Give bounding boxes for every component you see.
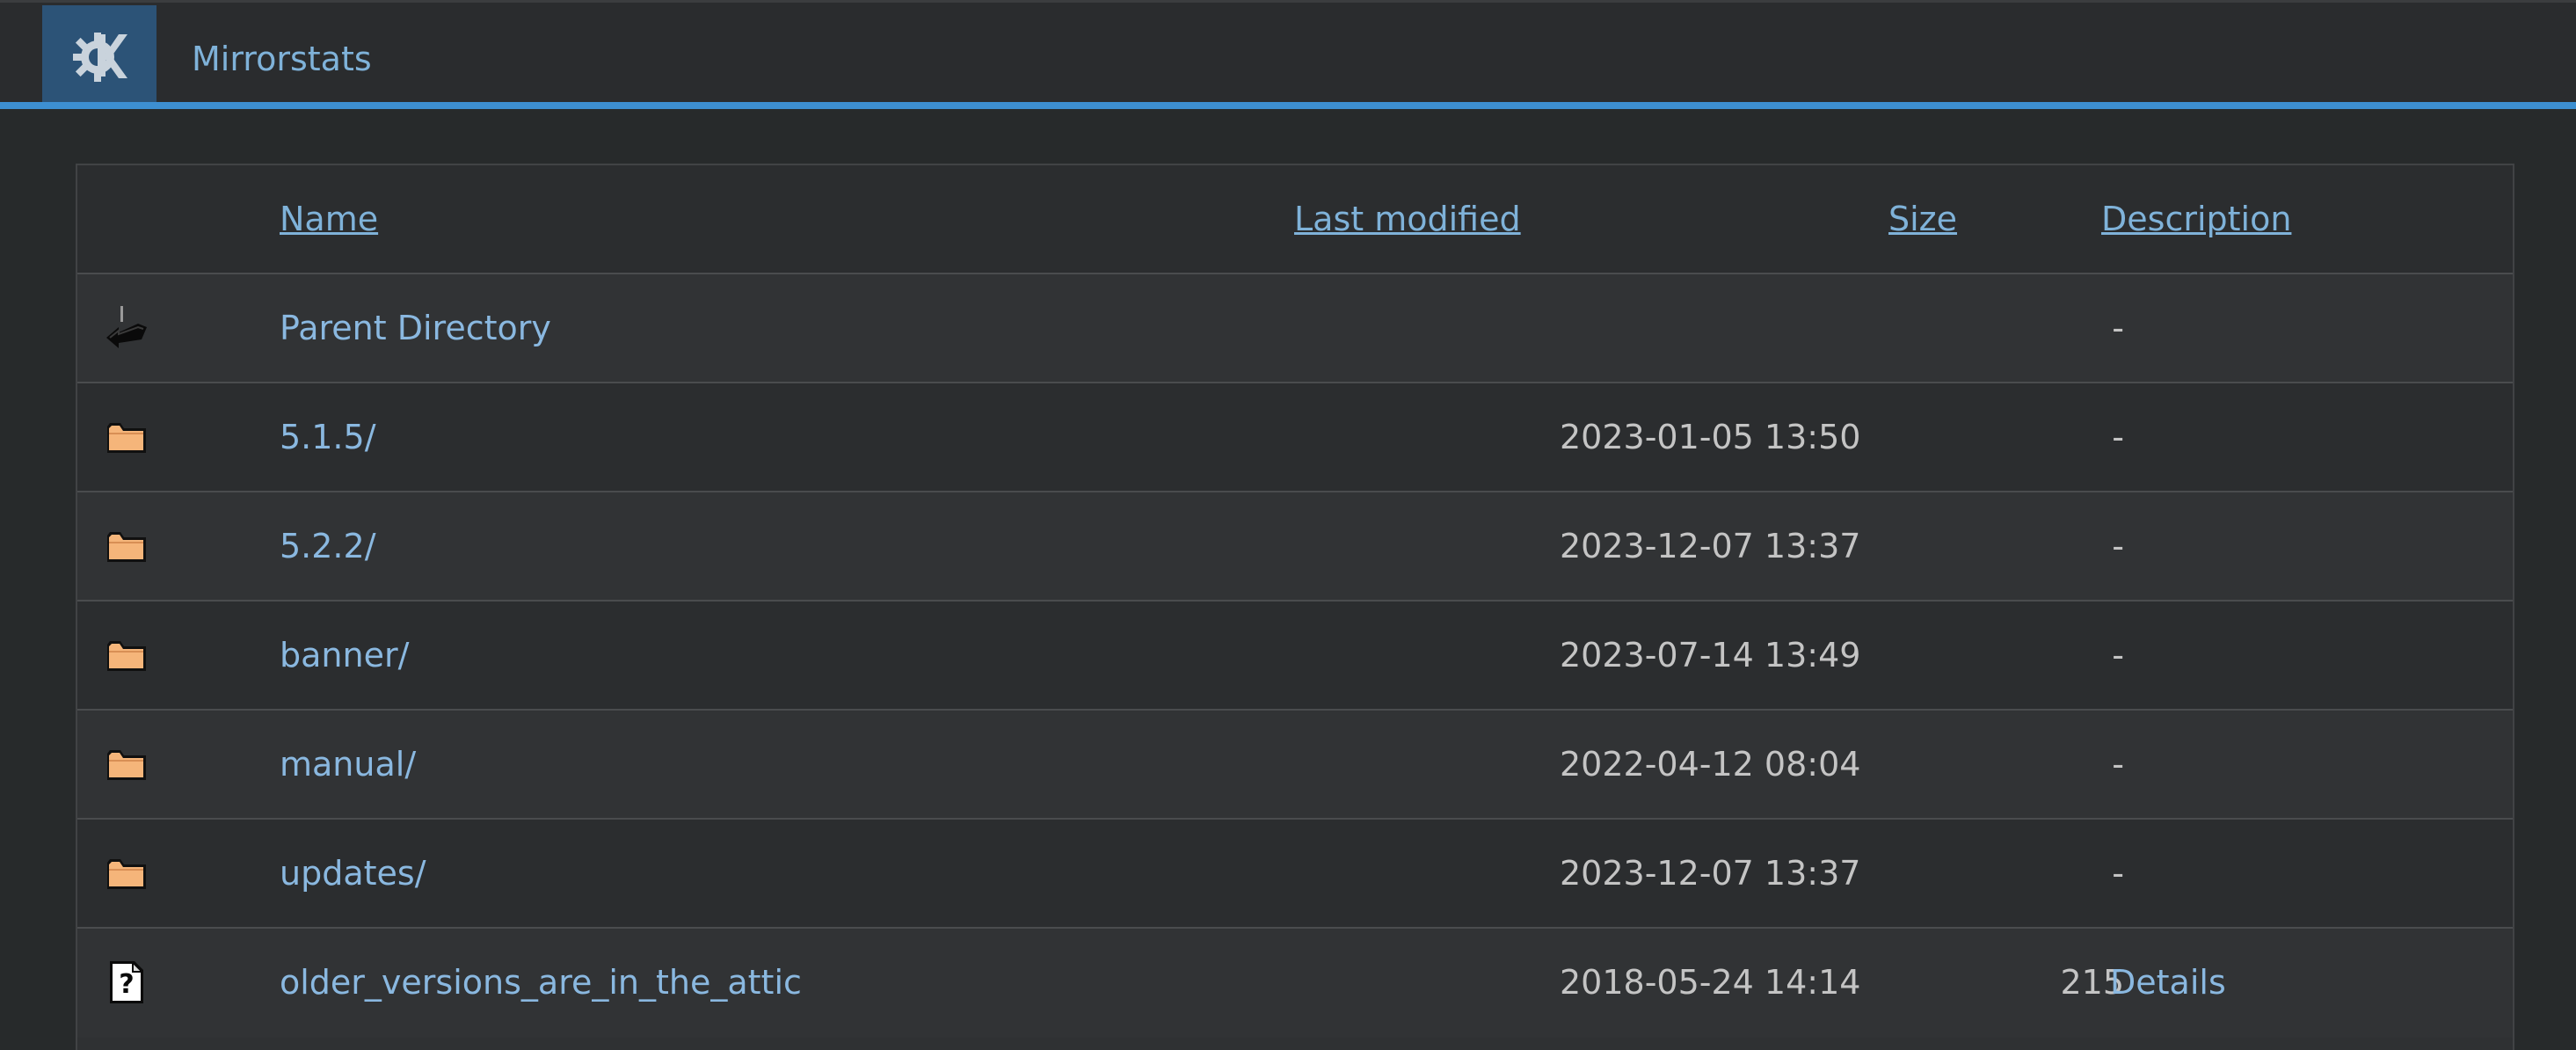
top-bar: Mirrorstats (0, 0, 2576, 105)
column-header-last-modified[interactable]: Last modified (1294, 165, 1521, 273)
column-header-description[interactable]: Description (2101, 165, 2291, 273)
last-modified-value: 2018-05-24 14:14 (1560, 963, 1861, 1002)
folder-icon (100, 602, 153, 709)
size-value: - (2112, 636, 2124, 674)
directory-listing-table: Name Last modified Size Description Pare… (76, 164, 2514, 1050)
last-modified-value: 2023-12-07 13:37 (1560, 854, 1861, 893)
file-name-link[interactable]: banner/ (280, 602, 409, 709)
table-row: updates/ 2023-12-07 13:37 - (77, 820, 2513, 929)
table-row: banner/ 2023-07-14 13:49 - (77, 602, 2513, 711)
gear-k-icon (73, 32, 127, 82)
size-value: - (2112, 745, 2124, 784)
details-link[interactable]: Details (2110, 929, 2226, 1036)
folder-icon (100, 383, 153, 491)
folder-icon (100, 820, 153, 927)
last-modified-value: 2023-01-05 13:50 (1560, 418, 1861, 456)
table-row: manual/ 2022-04-12 08:04 - (77, 711, 2513, 820)
table-row: ? older_versions_are_in_the_attic 2018-0… (77, 929, 2513, 1038)
file-name-link[interactable]: manual/ (280, 711, 416, 818)
accent-divider (0, 102, 2576, 109)
file-name-link[interactable]: Parent Directory (280, 274, 551, 382)
kde-logo[interactable] (42, 5, 156, 105)
file-name-link[interactable]: 5.2.2/ (280, 492, 376, 600)
size-value: - (2112, 418, 2124, 456)
column-header-name[interactable]: Name (280, 165, 378, 273)
file-name-link[interactable]: updates/ (280, 820, 426, 927)
svg-text:?: ? (119, 969, 134, 1000)
size-value: - (2112, 309, 2124, 347)
last-modified-value: 2023-12-07 13:37 (1560, 527, 1861, 565)
site-title-link[interactable]: Mirrorstats (192, 36, 372, 82)
folder-icon (100, 492, 153, 600)
folder-icon (100, 711, 153, 818)
last-modified-value (1560, 274, 1823, 382)
size-value: - (2112, 527, 2124, 565)
last-modified-value: 2023-07-14 13:49 (1560, 636, 1861, 674)
table-header-row: Name Last modified Size Description (77, 165, 2513, 274)
file-name-link[interactable]: 5.1.5/ (280, 383, 376, 491)
table-row: 5.2.2/ 2023-12-07 13:37 - (77, 492, 2513, 602)
file-name-link[interactable]: older_versions_are_in_the_attic (280, 929, 802, 1036)
column-header-size[interactable]: Size (1888, 165, 1957, 273)
unknown-file-icon: ? (100, 929, 153, 1036)
last-modified-value: 2022-04-12 08:04 (1560, 745, 1861, 784)
table-row: Parent Directory - (77, 274, 2513, 383)
table-row: 5.1.5/ 2023-01-05 13:50 - (77, 383, 2513, 492)
size-value: - (2112, 854, 2124, 893)
back-arrow-icon (100, 274, 153, 382)
size-value: 215 (2060, 963, 2124, 1002)
